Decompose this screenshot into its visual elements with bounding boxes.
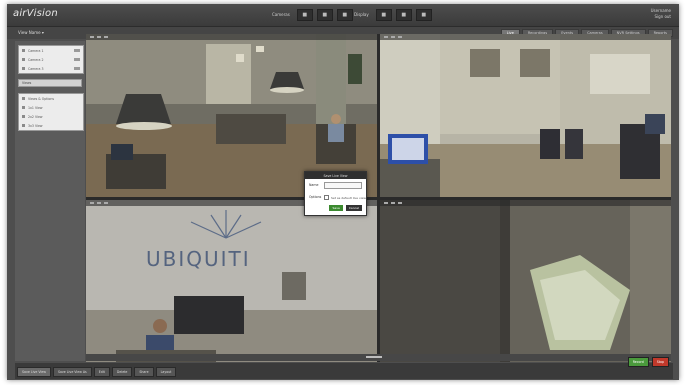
camera-icon [22, 58, 25, 61]
layout-button[interactable]: Layout [155, 367, 177, 377]
default-view-checkbox[interactable]: Set as default live view [324, 195, 366, 200]
sign-out-link[interactable]: Sign out [651, 14, 671, 20]
timeline-scrubber[interactable] [366, 356, 382, 358]
options-label: Options [309, 195, 322, 199]
view-name-input[interactable] [324, 182, 362, 189]
settings-icon[interactable] [74, 58, 80, 61]
stop-button[interactable]: Stop [651, 357, 669, 367]
camera-toolbar [86, 34, 377, 40]
audio-icon[interactable] [104, 36, 108, 38]
camera-icon [22, 49, 25, 52]
sidebar-item-camera-2[interactable]: Camera 2 [19, 55, 83, 64]
settings-icon[interactable] [74, 67, 80, 70]
view-icon [22, 97, 25, 100]
sidebar-item-label: Camera 1 [28, 48, 44, 53]
share-button[interactable]: Share [134, 367, 154, 377]
snapshot-icon[interactable] [90, 202, 94, 204]
name-label: Name [309, 183, 319, 187]
app-window: airVision Cameras ■ ■ ■ Display ■ ■ ■ Us… [7, 4, 679, 380]
sidebar-item-label: Camera 3 [28, 66, 44, 71]
dialog-actions: Save Cancel [329, 205, 362, 211]
save-live-view-dialog: Save Live View Name Options Set as defau… [304, 171, 367, 216]
camera-feed-corner[interactable] [380, 34, 671, 197]
view-icon [22, 124, 25, 127]
sidebar-item-view-3x3[interactable]: 3x3 View [19, 121, 83, 130]
delete-button[interactable]: Delete [111, 367, 133, 377]
sidebar-item-view-1x1[interactable]: 1x1 View [19, 103, 83, 112]
sidebar-item-label: 2x2 View [28, 114, 43, 119]
audio-icon[interactable] [104, 202, 108, 204]
camera-image-entrance [380, 200, 671, 362]
camera-control-button-2[interactable]: ■ [316, 8, 333, 21]
sidebar-item-label: 3x3 View [28, 123, 43, 128]
view-icon [22, 106, 25, 109]
checkbox-icon[interactable] [324, 195, 329, 200]
camera-controls-label: Cameras [272, 12, 290, 17]
dialog-save-button[interactable]: Save [329, 205, 343, 211]
record-button[interactable]: Record [627, 357, 649, 367]
default-view-checkbox-label: Set as default live view [331, 195, 366, 200]
camera-controls: Cameras ■ ■ ■ [269, 8, 353, 21]
view-icon [22, 115, 25, 118]
timeline-bar[interactable] [86, 354, 671, 361]
dialog-title: Save Live View [305, 172, 366, 179]
camera-image-corner [380, 34, 671, 197]
display-control-button-3[interactable]: ■ [415, 8, 432, 21]
camera-grid: UBIQUITI [86, 34, 671, 362]
camera-feed-entrance[interactable] [380, 200, 671, 362]
camera-toolbar [380, 34, 671, 40]
display-controls-label: Display [354, 12, 369, 17]
camera-icon [22, 67, 25, 70]
display-controls: Display ■ ■ ■ [351, 8, 432, 21]
camera-control-button-1[interactable]: ■ [296, 8, 313, 21]
audio-icon[interactable] [398, 36, 402, 38]
dialog-cancel-button[interactable]: Cancel [345, 205, 362, 211]
sidebar-item-label: Views & Options [28, 96, 55, 101]
camera-list-panel: Camera 1 Camera 2 Camera 3 [18, 45, 84, 74]
views-list-panel: Views & Options 1x1 View 2x2 View 3x3 Vi… [18, 93, 84, 131]
view-selector[interactable]: View Name ▾ [15, 29, 47, 36]
sidebar-item-views-options[interactable]: Views & Options [19, 94, 83, 103]
ubiquiti-wall-logo: UBIQUITI [146, 247, 251, 271]
fullscreen-icon[interactable] [391, 36, 395, 38]
sidebar-item-label: Camera 2 [28, 57, 44, 62]
fullscreen-icon[interactable] [97, 202, 101, 204]
sidebar-item-camera-1[interactable]: Camera 1 [19, 46, 83, 55]
display-control-button-1[interactable]: ■ [375, 8, 392, 21]
top-bar: airVision Cameras ■ ■ ■ Display ■ ■ ■ Us… [7, 4, 679, 27]
snapshot-icon[interactable] [90, 36, 94, 38]
audio-icon[interactable] [398, 202, 402, 204]
edit-button[interactable]: Edit [93, 367, 110, 377]
views-panel-title: Views [22, 81, 32, 85]
camera-toolbar [380, 200, 671, 206]
sidebar-item-label: 1x1 View [28, 105, 43, 110]
sidebar-item-view-2x2[interactable]: 2x2 View [19, 112, 83, 121]
fullscreen-icon[interactable] [391, 202, 395, 204]
save-live-view-button[interactable]: Save Live View [17, 367, 51, 377]
bottom-toolbar: Save Live View Save Live View As Edit De… [15, 357, 673, 379]
sidebar-item-camera-3[interactable]: Camera 3 [19, 64, 83, 73]
sidebar: Camera 1 Camera 2 Camera 3 Views Views &… [15, 41, 85, 361]
camera-image-lobby: UBIQUITI [86, 200, 377, 362]
app-logo: airVision [13, 8, 58, 19]
record-controls: Record Stop [627, 357, 669, 367]
bottom-actions: Save Live View Save Live View As Edit De… [17, 367, 177, 377]
display-control-button-2[interactable]: ■ [395, 8, 412, 21]
snapshot-icon[interactable] [384, 36, 388, 38]
fullscreen-icon[interactable] [97, 36, 101, 38]
save-live-view-as-button[interactable]: Save Live View As [52, 367, 92, 377]
snapshot-icon[interactable] [384, 202, 388, 204]
camera-feed-lobby[interactable]: UBIQUITI [86, 200, 377, 362]
settings-icon[interactable] [74, 49, 80, 52]
views-panel-header[interactable]: Views [18, 79, 82, 87]
user-menu[interactable]: Username Sign out [651, 8, 671, 20]
